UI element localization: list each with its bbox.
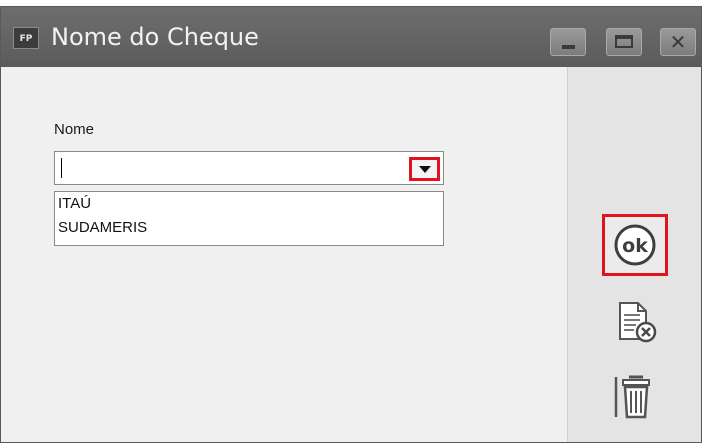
close-button[interactable]: ✕: [660, 28, 696, 56]
ok-circle-icon: ok: [614, 224, 656, 266]
document-cancel-icon: [619, 302, 657, 343]
maximize-icon: [615, 35, 633, 48]
app-icon: FP: [13, 27, 39, 49]
name-label: Nome: [54, 121, 95, 138]
ok-button[interactable]: ok: [602, 214, 668, 276]
list-item-sudameris[interactable]: SUDAMERIS: [55, 216, 443, 240]
chevron-down-icon: [419, 166, 431, 173]
window-title: Nome do Cheque: [51, 23, 259, 51]
maximize-button[interactable]: [606, 28, 642, 56]
minimize-button[interactable]: [550, 28, 586, 56]
cancel-button[interactable]: [614, 299, 660, 349]
name-options-list[interactable]: ITAÚ SUDAMERIS: [54, 191, 444, 246]
close-icon: ✕: [669, 30, 687, 54]
name-combobox[interactable]: [54, 151, 444, 185]
title-bar[interactable]: FP Nome do Cheque ✕: [1, 7, 701, 67]
list-item-itau[interactable]: ITAÚ: [55, 192, 443, 216]
dialog-window: FP Nome do Cheque ✕ Nome ITAÚ SUDAMERIS …: [0, 6, 702, 443]
trash-icon: [614, 375, 650, 419]
dropdown-button[interactable]: [409, 157, 440, 181]
text-caret: [61, 158, 62, 178]
minimize-icon: [562, 45, 575, 49]
delete-button[interactable]: [613, 371, 659, 427]
ok-button-label: ok: [622, 235, 648, 257]
